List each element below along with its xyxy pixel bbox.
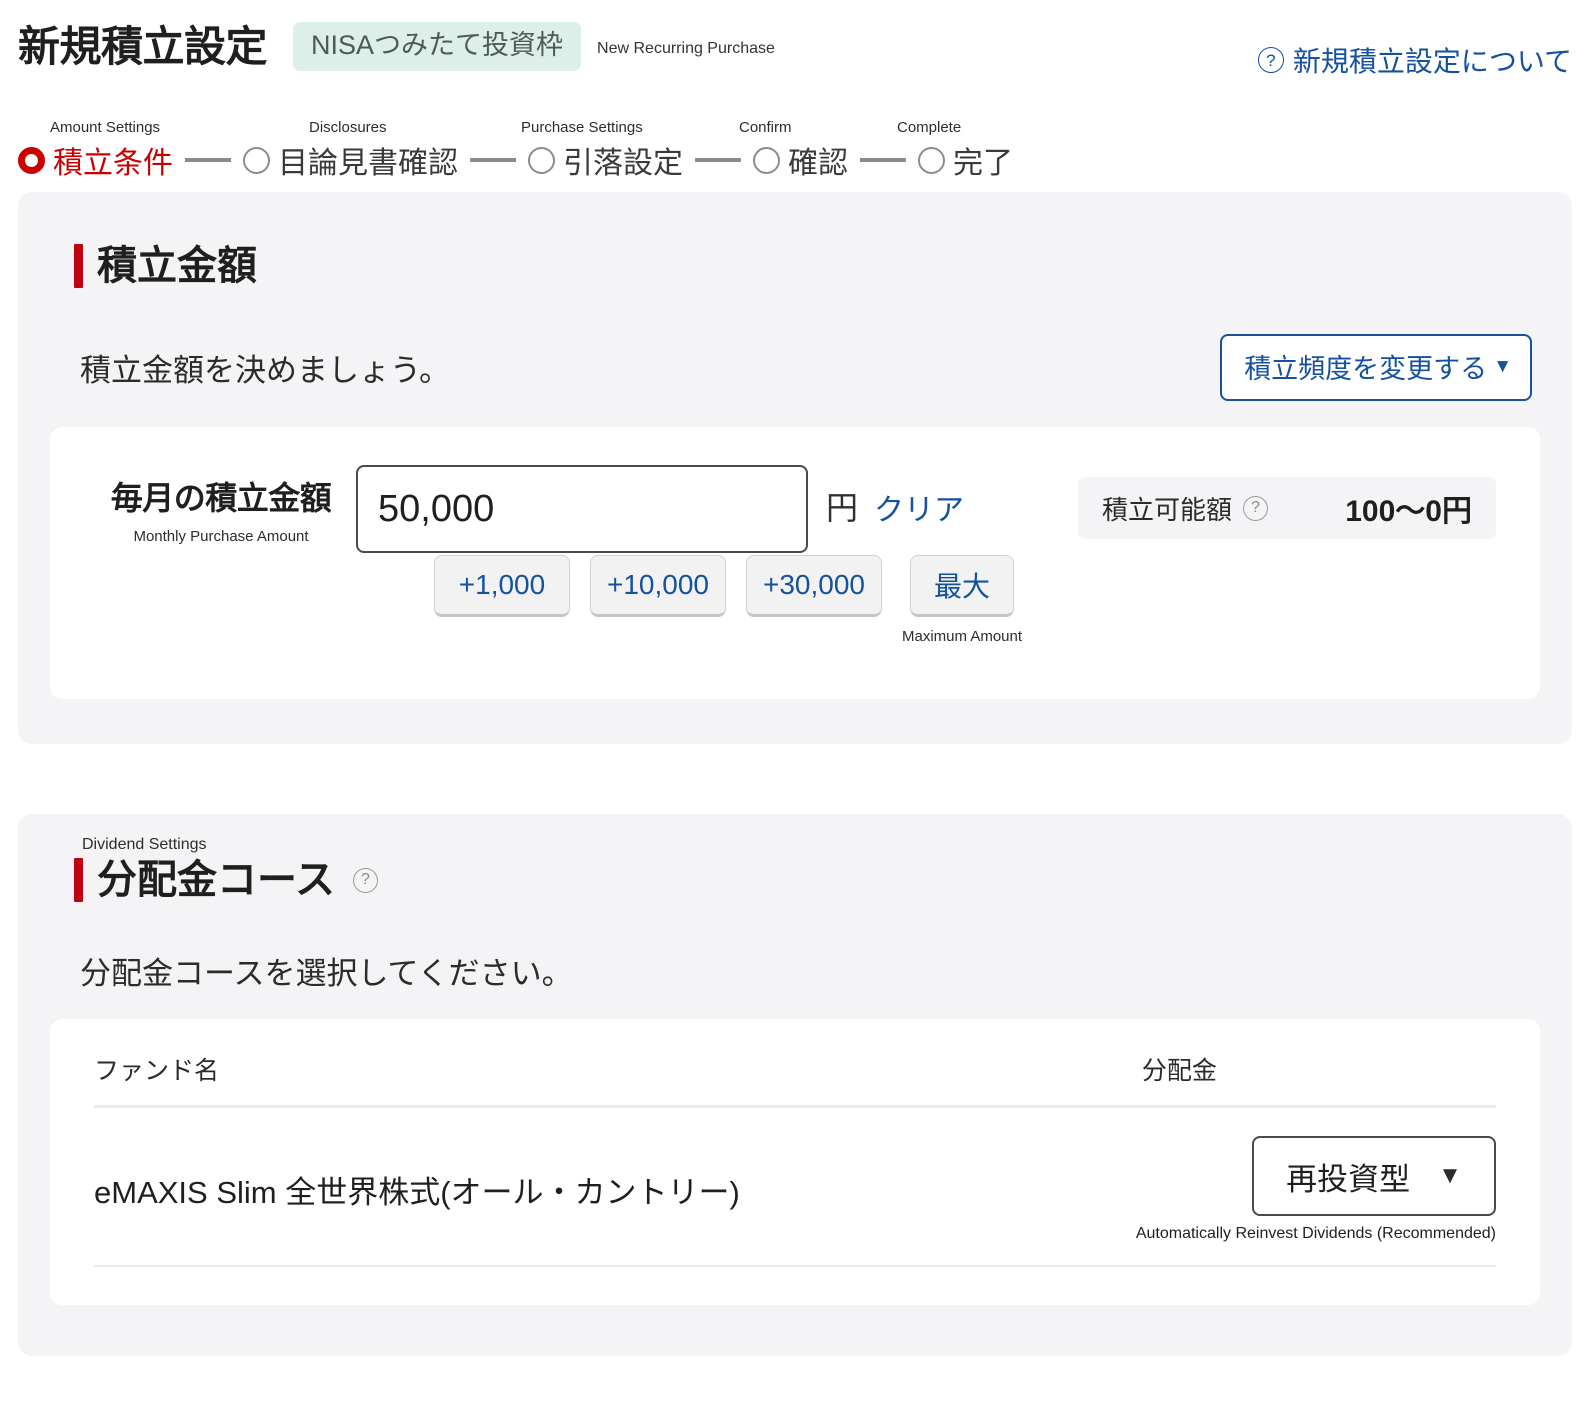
dividend-subtitle-row: 分配金コースを選択してください。 (80, 948, 1532, 993)
quick-amount-buttons: +1,000 +10,000 +30,000 最大 Maximum Amount (434, 555, 1540, 645)
step-disclosures[interactable]: 目論見書確認 (243, 138, 458, 182)
dividend-section-title: 分配金コース (97, 858, 335, 902)
step-connector (860, 158, 906, 162)
step-label: 目論見書確認 (278, 147, 458, 180)
amount-subtitle-row: 積立金額を決めましょう。 積立頻度を変更する ▼ (80, 334, 1532, 401)
step-connector (470, 158, 516, 162)
step-label: 積立条件 (53, 147, 173, 180)
step-dot-icon (18, 146, 45, 174)
monthly-amount-label-jp: 毎月の積立金額 (110, 480, 332, 516)
available-quota-label: 積立可能額 (1102, 494, 1233, 525)
table-row: eMAXIS Slim 全世界株式(オール・カントリー) 再投資型 ▼ Auto… (94, 1106, 1496, 1267)
question-circle-icon[interactable]: ? (1243, 495, 1269, 521)
dividend-course-cell: 再投資型 ▼ Automatically Reinvest Dividends … (1135, 1106, 1496, 1267)
stepper-en-5: Complete (897, 119, 962, 136)
question-circle-icon: ? (1257, 47, 1284, 73)
stepper-en-2: Disclosures (309, 119, 387, 136)
dividend-section-subtitle: 分配金コースを選択してください。 (80, 956, 573, 991)
fund-table-card: ファンド名 分配金 eMAXIS Slim 全世界株式(オール・カントリー) 再… (50, 1019, 1540, 1305)
available-quota-label-wrap: 積立可能額 ? (1102, 490, 1269, 527)
change-frequency-button[interactable]: 積立頻度を変更する ▼ (1220, 334, 1532, 401)
amount-settings-section: 積立金額 積立金額を決めましょう。 積立頻度を変更する ▼ 毎月の積立金額 Mo… (18, 192, 1572, 744)
fund-name-cell: eMAXIS Slim 全世界株式(オール・カントリー) (94, 1106, 1136, 1267)
header-subtitle-en: New Recurring Purchase (597, 39, 775, 57)
chevron-down-icon: ▼ (1438, 1162, 1462, 1189)
change-frequency-label: 積立頻度を変更する (1244, 354, 1488, 384)
dividend-settings-section: Dividend Settings 分配金コース ? 分配金コースを選択してくだ… (18, 814, 1572, 1356)
step-amount-settings[interactable]: 積立条件 (18, 138, 173, 182)
dividend-course-value: 再投資型 (1286, 1161, 1411, 1197)
column-header-fund-name: ファンド名 (94, 1019, 1136, 1108)
clear-amount-link[interactable]: クリア (874, 465, 964, 529)
stepper-english-labels: Amount Settings Disclosures Purchase Set… (18, 110, 1590, 136)
amount-section-heading: 積立金額 (74, 244, 1540, 288)
table-header-row: ファンド名 分配金 (94, 1019, 1496, 1108)
amount-input-row: 毎月の積立金額 Monthly Purchase Amount 円 クリア 積立… (50, 427, 1540, 553)
fund-dividend-table: ファンド名 分配金 eMAXIS Slim 全世界株式(オール・カントリー) 再… (94, 1019, 1496, 1267)
stepper-steps: 積立条件 目論見書確認 引落設定 確認 完了 (18, 138, 1590, 182)
step-complete[interactable]: 完了 (918, 138, 1013, 182)
amount-input-card: 毎月の積立金額 Monthly Purchase Amount 円 クリア 積立… (50, 427, 1540, 699)
add-1000-button[interactable]: +1,000 (434, 555, 570, 617)
section-accent-bar (74, 244, 83, 288)
dividend-section-heading: 分配金コース ? (74, 858, 1540, 902)
available-quota-badge: 積立可能額 ? 100〜0円 (1078, 477, 1496, 539)
help-link[interactable]: ? 新規積立設定について (1257, 40, 1572, 80)
dividend-course-caption: Automatically Reinvest Dividends (Recomm… (1135, 1225, 1496, 1242)
page-header: 新規積立設定 NISAつみたて投資枠 New Recurring Purchas… (0, 0, 1590, 110)
help-link-label: 新規積立設定について (1292, 46, 1572, 77)
monthly-amount-label-en: Monthly Purchase Amount (133, 528, 309, 545)
dividend-section-title-en: Dividend Settings (82, 836, 207, 853)
page-title: 新規積立設定 (18, 22, 268, 70)
step-confirm[interactable]: 確認 (753, 138, 848, 182)
step-label: 完了 (953, 147, 1013, 180)
max-amount-group: 最大 Maximum Amount (902, 555, 1022, 645)
step-purchase-settings[interactable]: 引落設定 (528, 138, 683, 182)
stepper-en-4: Confirm (739, 119, 792, 136)
max-amount-caption: Maximum Amount (902, 628, 1023, 645)
step-connector (695, 158, 741, 162)
step-label: 確認 (788, 147, 848, 180)
step-dot-icon (243, 146, 270, 174)
monthly-amount-input[interactable] (356, 465, 808, 553)
stepper-en-1: Amount Settings (50, 119, 161, 136)
column-header-dividend: 分配金 (1135, 1019, 1496, 1108)
max-amount-button[interactable]: 最大 (910, 555, 1015, 617)
step-dot-icon (528, 146, 555, 174)
currency-unit-label: 円 (826, 490, 859, 526)
step-dot-icon (918, 146, 945, 174)
stepper-en-3: Purchase Settings (521, 119, 643, 136)
monthly-amount-label: 毎月の積立金額 Monthly Purchase Amount (86, 465, 356, 545)
progress-stepper: Amount Settings Disclosures Purchase Set… (0, 110, 1590, 184)
add-10000-button[interactable]: +10,000 (590, 555, 726, 617)
amount-section-title: 積立金額 (97, 244, 257, 288)
amount-section-subtitle: 積立金額を決めましょう。 (80, 353, 451, 388)
add-30000-button[interactable]: +30,000 (746, 555, 882, 617)
step-label: 引落設定 (563, 147, 683, 180)
section-accent-bar (74, 858, 83, 902)
fund-name: eMAXIS Slim 全世界株式(オール・カントリー) (94, 1175, 740, 1210)
available-quota-value: 100〜0円 (1345, 495, 1472, 528)
step-connector (185, 158, 231, 162)
dividend-course-select[interactable]: 再投資型 ▼ (1252, 1136, 1496, 1216)
nisa-badge: NISAつみたて投資枠 (293, 22, 582, 71)
step-dot-icon (753, 146, 780, 174)
chevron-down-icon: ▼ (1493, 356, 1512, 377)
question-circle-icon[interactable]: ? (353, 867, 378, 893)
